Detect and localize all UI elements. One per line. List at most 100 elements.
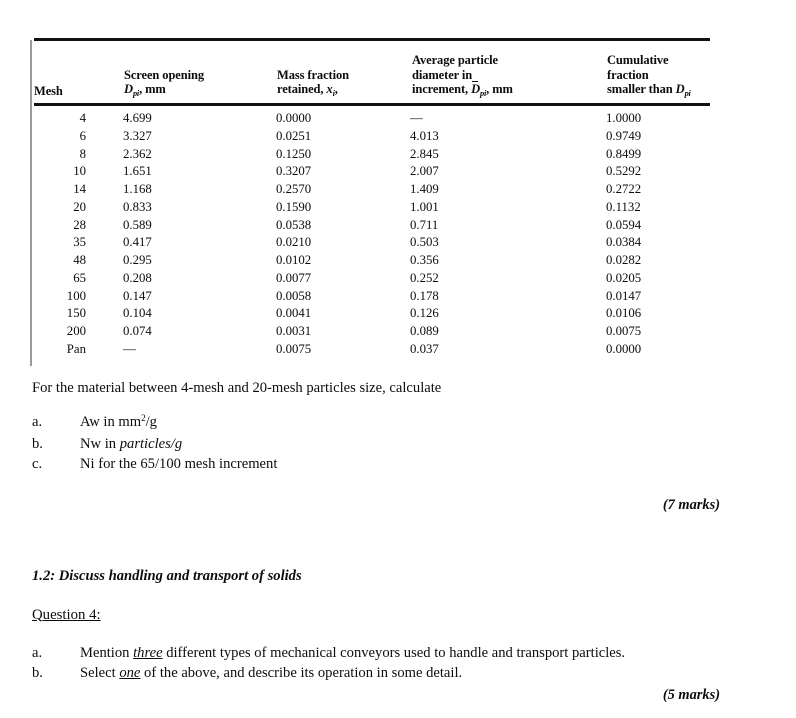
cell-screen-opening: 0.208 <box>123 270 152 285</box>
question-3-item-b: b. Nw in particles/g <box>32 434 722 455</box>
cell-screen-opening: 1.651 <box>123 164 152 179</box>
item-label-b: b. <box>32 665 43 681</box>
item-text-b: Nw in particles/g <box>32 434 722 455</box>
table-row: 14 1.168 0.2570 1.409 0.2722 <box>34 182 710 200</box>
cell-mesh: 4 <box>79 111 86 125</box>
question-4-label-text: Question 4: <box>32 606 101 623</box>
column-header-screen-opening: Screen opening Dpi, mm <box>124 67 204 98</box>
column-header-cumulative-fraction: Cumulative fraction smaller than Dpi <box>607 53 691 98</box>
symbol-D-bar: D <box>471 80 481 97</box>
cell-mesh: 6 <box>79 128 86 143</box>
cell-screen-opening: 0.074 <box>123 324 152 338</box>
cell-cumulative-fraction: 0.9749 <box>606 128 642 143</box>
question-4-item-list: a. Mention three different types of mech… <box>32 643 722 684</box>
item-label-b: b. <box>32 435 43 452</box>
cell-mesh: Pan <box>66 341 86 356</box>
cell-cumulative-fraction: 0.0205 <box>606 270 642 285</box>
cell-cumulative-fraction: 0.1132 <box>606 199 641 214</box>
symbol-D: D <box>675 82 685 97</box>
item-text-part: Ni for the 65/100 mesh increment <box>80 456 278 472</box>
table-row: 8 2.362 0.1250 2.845 0.8499 <box>34 147 710 165</box>
cell-cumulative-fraction: 0.0594 <box>606 217 642 232</box>
cell-screen-opening: 0.589 <box>123 217 152 232</box>
item-text-b: Select one of the above, and describe it… <box>80 665 463 681</box>
question-3-item-c: c. Ni for the 65/100 mesh increment <box>32 454 722 475</box>
cell-average-diameter: 0.089 <box>410 324 439 338</box>
column-header-average-particle-diameter: Average particle diameter in increment, … <box>412 53 513 98</box>
superscript-exponent: 2 <box>141 413 146 423</box>
cell-average-diameter: 0.711 <box>410 217 439 232</box>
cell-mesh: 200 <box>66 324 86 338</box>
emphasis-units: particles/g <box>119 435 183 452</box>
question-3-item-list: a. Aw in mm2/g b. Nw in particles/g c. Ni for… <box>32 412 722 475</box>
cell-cumulative-fraction: 0.2722 <box>606 182 642 196</box>
cell-mass-fraction: 0.0075 <box>276 341 312 356</box>
item-label-a: a. <box>32 414 43 430</box>
item-label-a: a. <box>32 644 43 661</box>
question-3-item-a: a. Aw in mm2/g <box>32 412 722 434</box>
table-row: 6 3.327 0.0251 4.013 0.9749 <box>34 129 710 147</box>
symbol-D: D <box>124 82 133 97</box>
item-text-c: Ni for the 65/100 mesh increment <box>32 454 722 475</box>
cell-mass-fraction: 0.0000 <box>276 111 312 125</box>
marks-5: (5 marks) <box>662 686 720 703</box>
cell-cumulative-fraction: 0.0282 <box>606 253 642 267</box>
cell-cumulative-fraction: 1.0000 <box>606 111 642 125</box>
table-header-row: Mesh Screen opening Dpi, mm Mass fractio… <box>34 41 710 103</box>
cell-screen-opening: 0.104 <box>123 306 152 321</box>
question-4-item-b: b. Select one of the above, and describe… <box>32 663 722 684</box>
cell-mesh: 28 <box>73 217 86 232</box>
cell-cumulative-fraction: 0.8499 <box>606 146 642 161</box>
column-header-mesh: Mesh <box>34 84 63 99</box>
cell-screen-opening: 4.699 <box>123 111 152 125</box>
cell-mesh: 100 <box>66 288 86 303</box>
item-text-a: Mention three different types of mechani… <box>80 644 626 661</box>
cell-mesh: 20 <box>73 199 86 214</box>
table-row: Pan — 0.0075 0.037 0.0000 <box>34 342 710 360</box>
cell-mesh: 8 <box>79 146 86 161</box>
cell-average-diameter: 2.007 <box>410 164 439 179</box>
cell-average-diameter: 1.409 <box>410 182 439 196</box>
cell-mesh: 14 <box>73 182 86 196</box>
cell-cumulative-fraction: 0.0075 <box>606 324 642 338</box>
table-row: 48 0.295 0.0102 0.356 0.0282 <box>34 253 710 271</box>
table-row: 65 0.208 0.0077 0.252 0.0205 <box>34 271 710 289</box>
cell-mass-fraction: 0.2570 <box>276 182 312 196</box>
subscript-i: i <box>332 89 335 98</box>
cell-cumulative-fraction: 0.5292 <box>606 164 642 179</box>
cell-screen-opening: — <box>123 341 136 356</box>
cell-mass-fraction: 0.3207 <box>276 164 312 179</box>
symbol-x: x <box>326 82 333 97</box>
cell-average-diameter: 1.001 <box>410 199 439 214</box>
subscript-pi: pi <box>480 89 487 98</box>
cell-cumulative-fraction: 0.0106 <box>606 306 642 321</box>
question-4-heading: Question 4: <box>32 607 722 624</box>
subscript-pi: pi <box>684 89 691 98</box>
cell-cumulative-fraction: 0.0147 <box>606 288 642 303</box>
item-text-part: Aw in mm <box>80 414 142 430</box>
cell-average-diameter: 0.037 <box>410 341 439 356</box>
cell-mass-fraction: 0.0210 <box>276 235 312 250</box>
item-label-c: c. <box>32 456 43 472</box>
table-row: 150 0.104 0.0041 0.126 0.0106 <box>34 306 710 324</box>
cell-mesh: 65 <box>73 270 86 285</box>
table-row: 35 0.417 0.0210 0.503 0.0384 <box>34 235 710 253</box>
calculation-instruction: For the material between 4-mesh and 20-m… <box>32 380 442 396</box>
cell-screen-opening: 3.327 <box>123 128 152 143</box>
table-row: 10 1.651 0.3207 2.007 0.5292 <box>34 164 710 182</box>
cell-average-diameter: 0.252 <box>410 270 439 285</box>
cell-cumulative-fraction: 0.0384 <box>606 235 642 250</box>
cell-mass-fraction: 0.0041 <box>276 306 312 321</box>
cell-mass-fraction: 0.1250 <box>276 146 312 161</box>
table-row: 200 0.074 0.0031 0.089 0.0075 <box>34 324 710 342</box>
cell-average-diameter: 4.013 <box>410 128 439 143</box>
section-heading: 1.2: Discuss handling and transport of s… <box>32 567 302 584</box>
question-content: For the material between 4-mesh and 20-m… <box>32 378 722 704</box>
item-text-a: Aw in mm2/g <box>32 412 722 434</box>
cell-average-diameter: — <box>410 111 423 125</box>
table-row: 100 0.147 0.0058 0.178 0.0147 <box>34 289 710 307</box>
cell-mass-fraction: 0.0031 <box>276 324 312 338</box>
cell-screen-opening: 0.417 <box>123 235 152 250</box>
table-row: 28 0.589 0.0538 0.711 0.0594 <box>34 218 710 236</box>
emphasis-three: three <box>133 644 163 661</box>
